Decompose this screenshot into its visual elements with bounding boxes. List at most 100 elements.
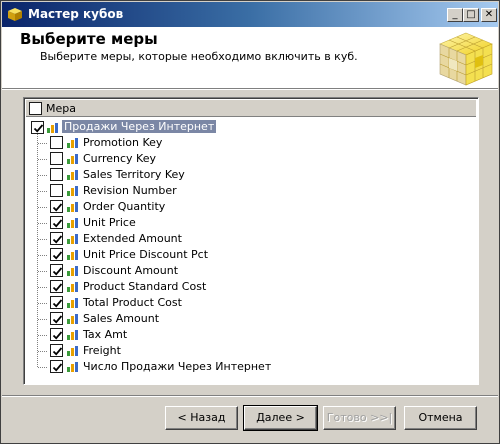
- back-button[interactable]: < Назад: [165, 406, 238, 430]
- tree-connector: [38, 175, 48, 176]
- measure-icon: [66, 170, 79, 183]
- tree-connector: [38, 367, 48, 368]
- measure-checkbox[interactable]: [50, 136, 63, 149]
- measure-checkbox[interactable]: [50, 232, 63, 245]
- measure-icon: [66, 362, 79, 375]
- tree-connector: [38, 287, 48, 288]
- tree-connector: [38, 255, 48, 256]
- tree-connector: [38, 239, 48, 240]
- cube-logo-icon: [439, 32, 493, 86]
- page-title: Выберите меры: [20, 30, 158, 48]
- measure-label: Order Quantity: [83, 200, 166, 213]
- column-header-label: Мера: [46, 102, 76, 115]
- measure-checkbox[interactable]: [50, 168, 63, 181]
- measure-item-row[interactable]: Sales Amount: [24, 311, 474, 327]
- measure-item-row[interactable]: Tax Amt: [24, 327, 474, 343]
- measure-icon: [66, 282, 79, 295]
- page-subtitle: Выберите меры, которые необходимо включи…: [40, 50, 358, 63]
- measure-checkbox[interactable]: [50, 328, 63, 341]
- measure-group-icon: [47, 123, 58, 133]
- tree-connector: [38, 335, 48, 336]
- tree-connector: [38, 207, 48, 208]
- maximize-button[interactable]: □: [463, 8, 479, 22]
- measure-item-row[interactable]: Product Standard Cost: [24, 279, 474, 295]
- measure-icon: [66, 154, 79, 167]
- tree-connector: [38, 351, 48, 352]
- tree-connector: [38, 191, 48, 192]
- measure-item-row[interactable]: Currency Key: [24, 151, 474, 167]
- measure-icon: [66, 186, 79, 199]
- cancel-button[interactable]: Отмена: [404, 406, 477, 430]
- measure-checkbox[interactable]: [50, 248, 63, 261]
- measure-label: Product Standard Cost: [83, 280, 207, 293]
- measure-icon: [66, 314, 79, 327]
- measure-checkbox[interactable]: [50, 360, 63, 373]
- measure-icon: [66, 138, 79, 151]
- measure-label: Promotion Key: [83, 136, 163, 149]
- measure-item-row[interactable]: Freight: [24, 343, 474, 359]
- select-all-checkbox[interactable]: [29, 102, 42, 115]
- measure-icon: [66, 298, 79, 311]
- tree-connector: [38, 223, 48, 224]
- tree-column-header: Мера: [26, 100, 476, 117]
- measure-item-row[interactable]: Promotion Key: [24, 135, 474, 151]
- measure-checkbox[interactable]: [50, 312, 63, 325]
- title-bar[interactable]: Мастер кубов _ □ ✕: [2, 2, 498, 27]
- footer-separator: [2, 395, 498, 397]
- measure-icon: [66, 234, 79, 247]
- measure-checkbox[interactable]: [50, 184, 63, 197]
- minimize-button[interactable]: _: [447, 8, 463, 22]
- measure-label: Discount Amount: [83, 264, 179, 277]
- measure-checkbox[interactable]: [50, 152, 63, 165]
- measure-item-row[interactable]: Unit Price Discount Pct: [24, 247, 474, 263]
- measures-tree[interactable]: Мера Продажи Через Интернет Promotion Ke…: [23, 97, 479, 385]
- header-separator: [2, 89, 498, 90]
- measure-group-row[interactable]: Продажи Через Интернет: [24, 119, 474, 135]
- measure-icon: [66, 330, 79, 343]
- measure-label: Freight: [83, 344, 121, 357]
- window-title: Мастер кубов: [28, 7, 124, 21]
- measure-item-row[interactable]: Extended Amount: [24, 231, 474, 247]
- measure-label: Revision Number: [83, 184, 177, 197]
- measure-icon: [66, 266, 79, 279]
- measure-item-row[interactable]: Discount Amount: [24, 263, 474, 279]
- measure-item-row[interactable]: Order Quantity: [24, 199, 474, 215]
- measure-label: Extended Amount: [83, 232, 182, 245]
- close-button[interactable]: ✕: [481, 8, 497, 22]
- next-button[interactable]: Далее >: [243, 405, 318, 431]
- measure-group-checkbox[interactable]: [31, 121, 44, 134]
- measure-label: Sales Territory Key: [83, 168, 185, 181]
- measure-label: Unit Price: [83, 216, 136, 229]
- measure-label: Currency Key: [83, 152, 156, 165]
- measure-item-row[interactable]: Unit Price: [24, 215, 474, 231]
- wizard-header: Выберите меры Выберите меры, которые нео…: [2, 27, 498, 89]
- tree-connector: [38, 271, 48, 272]
- tree-connector: [38, 143, 48, 144]
- measure-checkbox[interactable]: [50, 200, 63, 213]
- measure-label: Sales Amount: [83, 312, 160, 325]
- finish-button[interactable]: Готово >>|: [323, 406, 396, 430]
- measure-item-row[interactable]: Число Продажи Через Интернет: [24, 359, 474, 375]
- wizard-window: Мастер кубов _ □ ✕ Выберите меры Выберит…: [0, 0, 500, 444]
- measure-item-row[interactable]: Revision Number: [24, 183, 474, 199]
- tree-connector: [38, 319, 48, 320]
- measure-checkbox[interactable]: [50, 296, 63, 309]
- measure-group-label: Продажи Через Интернет: [62, 120, 217, 133]
- measure-label: Unit Price Discount Pct: [83, 248, 209, 261]
- tree-connector: [38, 159, 48, 160]
- measure-icon: [66, 346, 79, 359]
- measure-item-row[interactable]: Total Product Cost: [24, 295, 474, 311]
- measure-label: Total Product Cost: [83, 296, 182, 309]
- tree-connector: [38, 303, 48, 304]
- measure-item-row[interactable]: Sales Territory Key: [24, 167, 474, 183]
- measure-checkbox[interactable]: [50, 280, 63, 293]
- measure-icon: [66, 250, 79, 263]
- measure-icon: [66, 202, 79, 215]
- measure-label: Tax Amt: [83, 328, 128, 341]
- measure-checkbox[interactable]: [50, 344, 63, 357]
- measure-label: Число Продажи Через Интернет: [83, 360, 272, 373]
- measure-checkbox[interactable]: [50, 216, 63, 229]
- measure-icon: [66, 218, 79, 231]
- cube-app-icon: [8, 8, 22, 21]
- measure-checkbox[interactable]: [50, 264, 63, 277]
